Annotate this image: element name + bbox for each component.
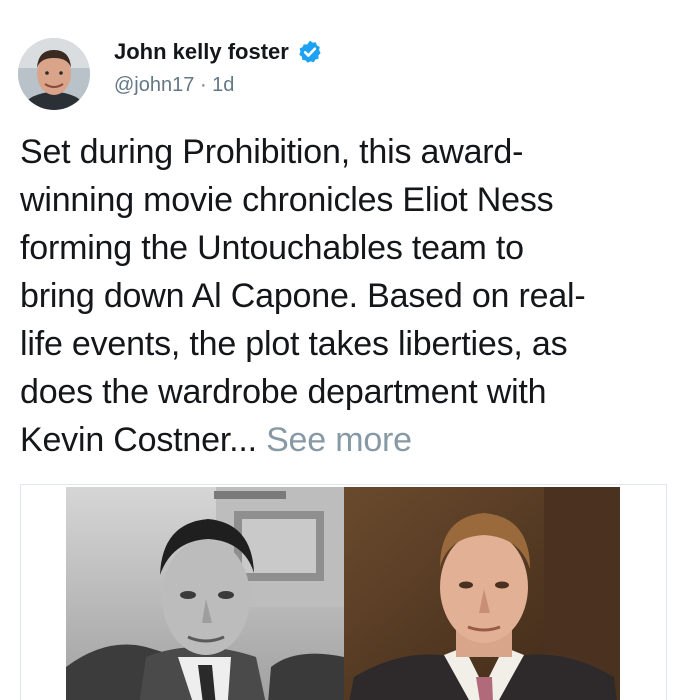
tweet-page: John kelly foster @john17 · 1d Set durin… [0, 0, 700, 700]
tweet-text-line: bring down Al Capone. Based on real- [20, 277, 586, 315]
author-meta-row: @john17 · 1d [114, 72, 234, 98]
see-more-link[interactable]: See more [266, 421, 412, 459]
left-photo[interactable] [66, 487, 344, 700]
author-name-row: John kelly foster [114, 38, 323, 66]
avatar[interactable] [18, 38, 90, 110]
tweet-text-ending: Kevin Costner... [20, 421, 257, 459]
avatar-photo [18, 38, 90, 110]
tweet-text: Set during Prohibition, this award- winn… [20, 128, 685, 464]
media-card[interactable] [20, 484, 667, 700]
author-display-name[interactable]: John kelly foster [114, 38, 289, 66]
tweet-text-line: Set during Prohibition, this award- [20, 133, 524, 171]
bw-portrait-image [66, 487, 344, 700]
right-photo[interactable] [344, 487, 620, 700]
tweet-text-line: winning movie chronicles Eliot Ness [20, 181, 554, 219]
tweet-text-line: does the wardrobe department with [20, 373, 547, 411]
tweet-timestamp[interactable]: 1d [212, 74, 234, 96]
author-handle[interactable]: @john17 [114, 74, 194, 96]
tweet-text-line: forming the Untouchables team to [20, 229, 524, 267]
verified-badge-icon [297, 39, 323, 65]
tweet-text-line: life events, the plot takes liberties, a… [20, 325, 568, 363]
color-portrait-image [344, 487, 620, 700]
meta-separator: · [199, 74, 207, 96]
tweet-text-last-line: Kevin Costner... See more [20, 416, 685, 464]
